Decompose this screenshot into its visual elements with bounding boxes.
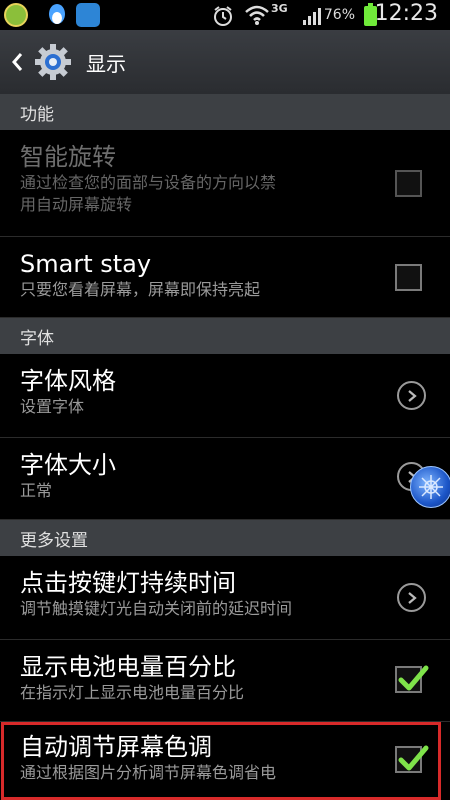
setting-smart-rotation[interactable]: 智能旋转 通过检查您的面部与设备的方向以禁 用自动屏幕旋转 bbox=[0, 130, 450, 237]
setting-font-style[interactable]: 字体风格 设置字体 bbox=[0, 354, 450, 438]
setting-key-light-duration[interactable]: 点击按键灯持续时间 调节触摸键灯光自动关闭前的延迟时间 bbox=[0, 556, 450, 640]
setting-subtitle: 在指示灯上显示电池电量百分比 bbox=[20, 683, 245, 702]
setting-subtitle: 通过检查您的面部与设备的方向以禁 bbox=[20, 173, 277, 192]
network-type: 3G bbox=[271, 2, 288, 15]
wifi-icon bbox=[244, 4, 270, 30]
chevron-left-icon bbox=[12, 53, 23, 71]
action-bar: 显示 bbox=[0, 30, 450, 94]
settings-gear-icon[interactable] bbox=[34, 43, 72, 81]
clock: 12:23 bbox=[374, 1, 438, 26]
chevron-right-icon bbox=[397, 583, 426, 612]
setting-font-size[interactable]: 字体大小 正常 bbox=[0, 438, 450, 520]
battery-percentage-checkbox[interactable] bbox=[395, 665, 429, 693]
back-button[interactable] bbox=[0, 51, 34, 73]
signal-icon bbox=[302, 6, 322, 26]
section-header-font: 字体 bbox=[0, 318, 450, 354]
battery-percentage: 76% bbox=[323, 7, 355, 23]
setting-title: Smart stay bbox=[20, 250, 152, 278]
smart-rotation-checkbox[interactable] bbox=[395, 170, 422, 197]
section-header-more: 更多设置 bbox=[0, 520, 450, 556]
alarm-icon bbox=[211, 4, 235, 32]
setting-subtitle: 只要您看着屏幕，屏幕即保持亮起 bbox=[20, 280, 261, 299]
setting-battery-percentage[interactable]: 显示电池电量百分比 在指示灯上显示电池电量百分比 bbox=[0, 640, 450, 722]
setting-subtitle: 调节触摸键灯光自动关闭前的延迟时间 bbox=[20, 599, 293, 618]
section-header-function: 功能 bbox=[0, 94, 450, 130]
app-icon bbox=[4, 3, 28, 27]
setting-title: 显示电池电量百分比 bbox=[20, 653, 236, 681]
floating-ball-icon[interactable] bbox=[410, 466, 450, 508]
setting-title: 点击按键灯持续时间 bbox=[20, 569, 236, 597]
setting-title: 智能旋转 bbox=[20, 143, 116, 171]
qq-icon bbox=[46, 3, 68, 33]
checkmark-icon bbox=[398, 665, 429, 691]
setting-subtitle: 正常 bbox=[20, 481, 53, 500]
highlight-box bbox=[1, 722, 441, 800]
setting-subtitle: 用自动屏幕旋转 bbox=[20, 195, 133, 214]
setting-title: 字体风格 bbox=[20, 367, 116, 395]
setting-subtitle: 设置字体 bbox=[20, 397, 85, 416]
status-bar: 3G 76% 12:23 bbox=[0, 0, 450, 30]
app-icon bbox=[76, 3, 100, 27]
chevron-right-icon bbox=[397, 381, 426, 410]
setting-title: 字体大小 bbox=[20, 451, 116, 479]
page-title: 显示 bbox=[86, 51, 126, 76]
smart-stay-checkbox[interactable] bbox=[395, 264, 422, 291]
setting-smart-stay[interactable]: Smart stay 只要您看着屏幕，屏幕即保持亮起 bbox=[0, 237, 450, 318]
